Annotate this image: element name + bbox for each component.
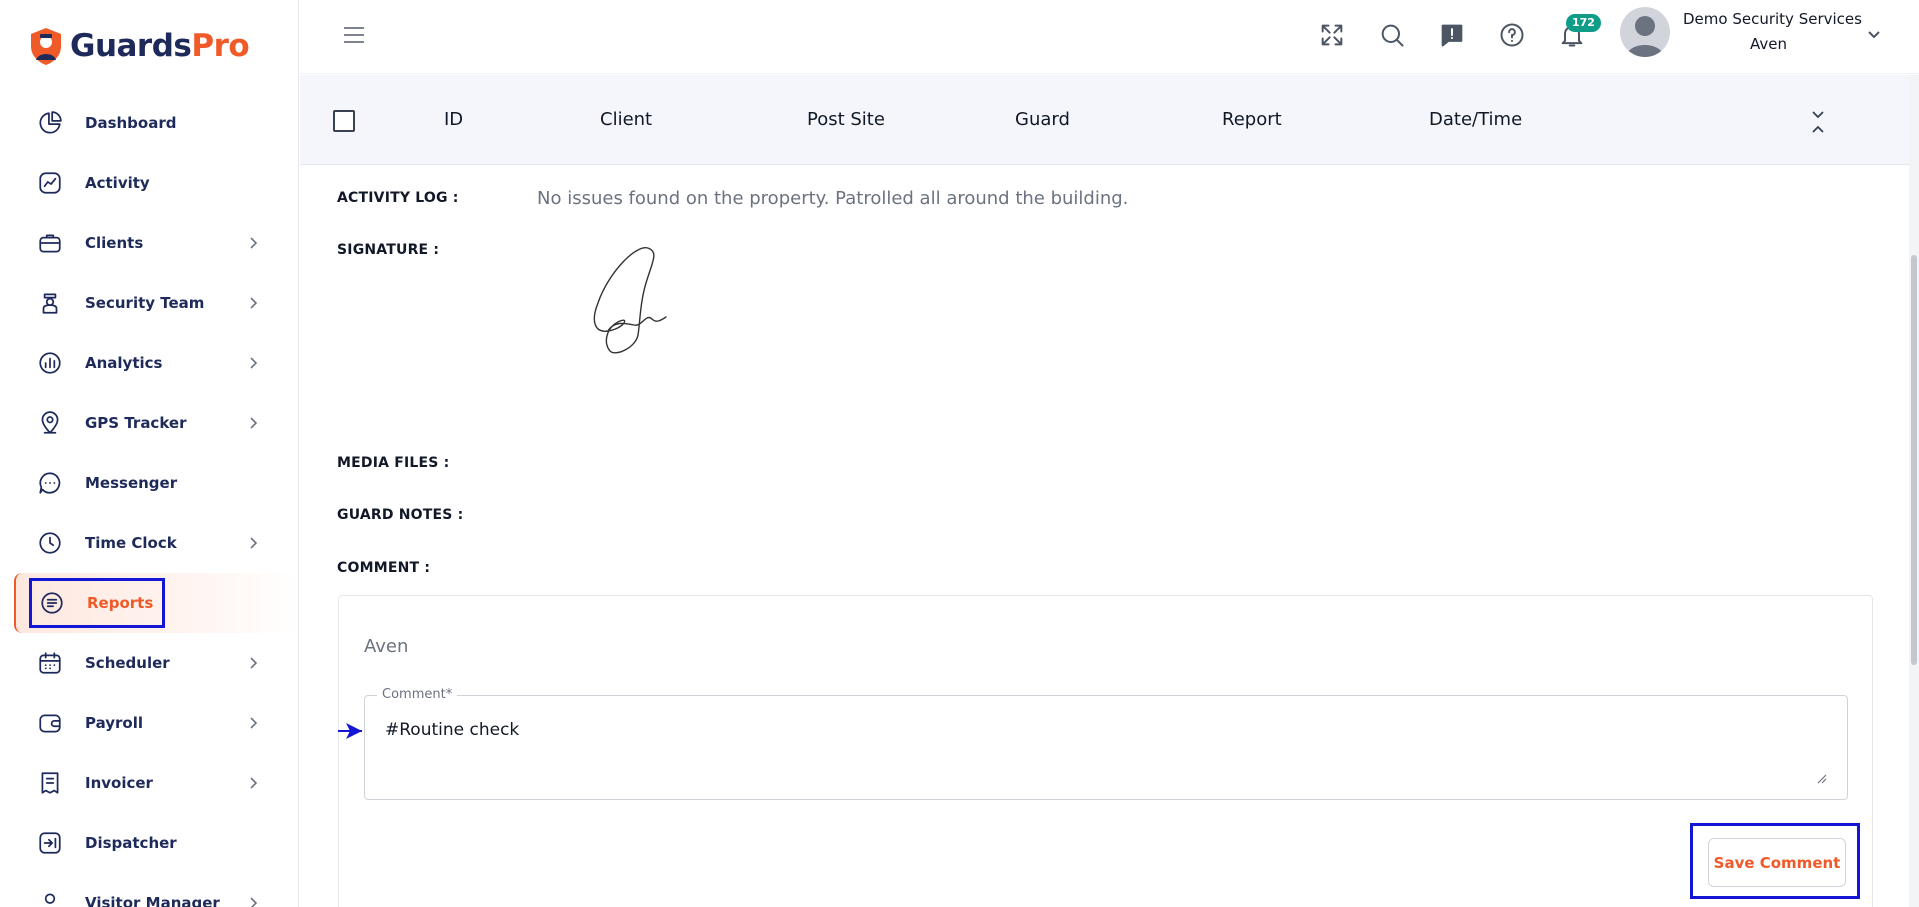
- signature-label: SIGNATURE :: [337, 242, 440, 258]
- sidebar-item-label: Scheduler: [85, 654, 170, 672]
- sidebar-item-analytics[interactable]: Analytics: [0, 333, 298, 393]
- pie-chart-icon: [36, 109, 64, 137]
- user-name: Aven: [1750, 35, 1787, 53]
- comment-input-value[interactable]: #Routine check: [385, 720, 519, 740]
- menu-toggle-icon[interactable]: [342, 24, 366, 46]
- chevron-right-icon: [245, 655, 261, 671]
- feedback-icon[interactable]: [1437, 20, 1467, 50]
- notification-count-badge: 172: [1566, 14, 1601, 32]
- sidebar-item-invoicer[interactable]: Invoicer: [0, 753, 298, 813]
- sidebar-item-label: Payroll: [85, 714, 144, 732]
- sidebar-item-label: Visitor Manager: [85, 894, 220, 907]
- sidebar-item-reports[interactable]: Reports: [14, 573, 298, 633]
- sidebar-item-label: Security Team: [85, 294, 205, 312]
- sidebar-item-label: GPS Tracker: [85, 414, 187, 432]
- chevron-right-icon: [245, 535, 261, 551]
- top-bar: 172 Demo Security Services Aven: [300, 0, 1919, 74]
- comment-author: Aven: [364, 636, 409, 657]
- map-pin-icon: [36, 409, 64, 437]
- select-all-checkbox[interactable]: [333, 110, 355, 132]
- avatar[interactable]: [1620, 7, 1670, 57]
- comment-card: Aven Comment* #Routine check: [338, 595, 1873, 907]
- sidebar-item-messenger[interactable]: Messenger: [0, 453, 298, 513]
- collapse-icon[interactable]: [1808, 109, 1828, 135]
- save-comment-button[interactable]: Save Comment: [1708, 838, 1846, 887]
- column-header-client[interactable]: Client: [600, 109, 652, 130]
- column-header-guard[interactable]: Guard: [1015, 109, 1070, 130]
- column-header-date-time[interactable]: Date/Time: [1429, 109, 1522, 130]
- sidebar-item-label: Clients: [85, 234, 144, 252]
- clock-icon: [36, 529, 64, 557]
- visitor-icon: [36, 889, 64, 907]
- brand-name: GuardsPro: [70, 28, 250, 64]
- sidebar-item-label: Time Clock: [85, 534, 177, 552]
- sidebar-item-gps-tracker[interactable]: GPS Tracker: [0, 393, 298, 453]
- bar-chart-icon: [36, 349, 64, 377]
- chevron-right-icon: [245, 775, 261, 791]
- pointer-arrow-icon: [338, 723, 362, 739]
- chevron-right-icon: [245, 715, 261, 731]
- wallet-icon: [36, 709, 64, 737]
- dispatch-icon: [36, 829, 64, 857]
- chevron-right-icon: [245, 235, 261, 251]
- sidebar-item-activity[interactable]: Activity: [0, 153, 298, 213]
- sidebar-item-label: Dashboard: [85, 114, 177, 132]
- comment-label: COMMENT :: [337, 560, 431, 576]
- sidebar-item-time-clock[interactable]: Time Clock: [0, 513, 298, 573]
- sidebar-item-label: Dispatcher: [85, 834, 177, 852]
- sidebar-item-clients[interactable]: Clients: [0, 213, 298, 273]
- sidebar-item-visitor-manager[interactable]: Visitor Manager: [0, 873, 298, 907]
- sidebar-item-label: Reports: [87, 594, 154, 612]
- sidebar-item-payroll[interactable]: Payroll: [0, 693, 298, 753]
- help-icon[interactable]: [1497, 20, 1527, 50]
- report-details: ACTIVITY LOG : No issues found on the pr…: [300, 165, 1909, 907]
- scrollbar[interactable]: [1909, 75, 1919, 907]
- guard-notes-label: GUARD NOTES :: [337, 507, 464, 523]
- chevron-down-icon[interactable]: [1866, 26, 1882, 42]
- sidebar: GuardsPro Dashboard Activity Clients Sec…: [0, 0, 299, 907]
- media-files-label: MEDIA FILES :: [337, 455, 450, 471]
- logo[interactable]: GuardsPro: [28, 24, 250, 68]
- user-company-name: Demo Security Services: [1683, 10, 1862, 28]
- scrollbar-thumb[interactable]: [1911, 255, 1917, 665]
- chat-bubble-icon: [36, 469, 64, 497]
- sidebar-item-dispatcher[interactable]: Dispatcher: [0, 813, 298, 873]
- sidebar-item-label: Messenger: [85, 474, 178, 492]
- comment-field-label: Comment*: [377, 687, 458, 702]
- activity-chart-icon: [36, 169, 64, 197]
- sidebar-item-scheduler[interactable]: Scheduler: [0, 633, 298, 693]
- chevron-right-icon: [245, 355, 261, 371]
- calendar-icon: [36, 649, 64, 677]
- sidebar-item-label: Activity: [85, 174, 150, 192]
- search-icon[interactable]: [1377, 20, 1407, 50]
- security-guard-icon: [36, 289, 64, 317]
- sidebar-item-security-team[interactable]: Security Team: [0, 273, 298, 333]
- invoice-icon: [36, 769, 64, 797]
- guard-signature: [593, 247, 667, 354]
- fullscreen-icon[interactable]: [1317, 20, 1347, 50]
- table-header: ID Client Post Site Guard Report Date/Ti…: [300, 75, 1909, 165]
- briefcase-icon: [36, 229, 64, 257]
- chevron-right-icon: [245, 895, 261, 907]
- sidebar-item-dashboard[interactable]: Dashboard: [0, 93, 298, 153]
- sidebar-item-label: Analytics: [85, 354, 163, 372]
- column-header-id[interactable]: ID: [444, 109, 463, 130]
- column-header-post-site[interactable]: Post Site: [807, 109, 885, 130]
- comment-textarea[interactable]: Comment* #Routine check: [364, 687, 1848, 800]
- sidebar-item-label: Invoicer: [85, 774, 153, 792]
- activity-log-label: ACTIVITY LOG :: [337, 190, 459, 206]
- activity-log-value: No issues found on the property. Patroll…: [537, 188, 1129, 209]
- chevron-right-icon: [245, 295, 261, 311]
- guard-shield-logo-icon: [31, 28, 61, 65]
- sidebar-nav: Dashboard Activity Clients Security Team…: [0, 93, 298, 907]
- chevron-right-icon: [245, 415, 261, 431]
- resize-handle-icon[interactable]: [1817, 769, 1827, 784]
- report-document-icon: [38, 589, 66, 617]
- column-header-report[interactable]: Report: [1222, 109, 1282, 130]
